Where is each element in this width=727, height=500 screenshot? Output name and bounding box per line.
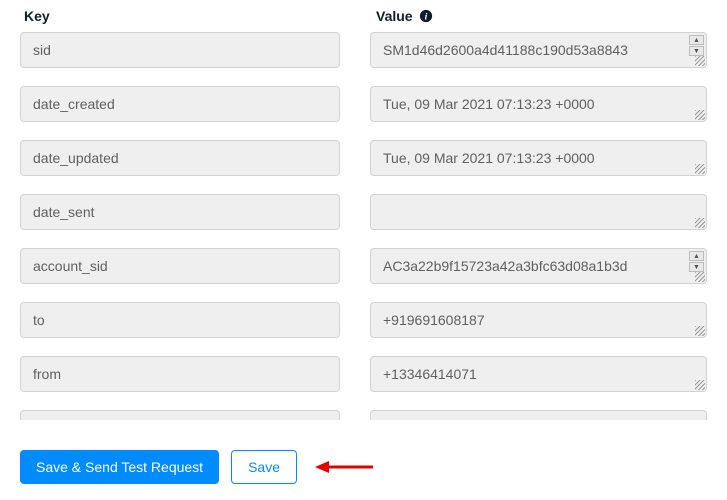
save-send-test-request-button[interactable]: Save & Send Test Request [20,450,219,484]
chevron-up-icon[interactable]: ▲ [689,35,704,45]
resize-handle-icon[interactable] [695,164,705,174]
value-text: Tue, 09 Mar 2021 07:13:23 +0000 [383,150,595,166]
value-text: AC3a22b9f15723a42a3bfc63d08a1b3d [383,258,627,274]
gap [340,410,370,420]
resize-handle-icon[interactable] [695,218,705,228]
table-row: sid SM1d46d2600a4d41188c190d53a8843 ▲▼ [20,32,707,68]
key-field[interactable]: sid [20,32,340,68]
footer-bar: Save & Send Test Request Save [0,434,727,500]
resize-handle-icon[interactable] [695,272,705,282]
table-row: date_updated Tue, 09 Mar 2021 07:13:23 +0… [20,140,707,176]
info-icon[interactable]: i [419,9,433,23]
value-field[interactable]: +919691608187 [370,302,707,338]
table-row: date_created Tue, 09 Mar 2021 07:13:23 +0… [20,86,707,122]
value-field[interactable]: SM1d46d2600a4d41188c190d53a8843 ▲▼ [370,32,707,68]
key-field[interactable]: to [20,302,340,338]
chevron-down-icon[interactable]: ▼ [689,46,704,56]
arrow-annotation-icon [315,457,375,477]
value-text: +919691608187 [383,312,485,328]
value-field[interactable]: +13346414071 [370,356,707,392]
gap [340,248,370,284]
gap [340,194,370,230]
value-field[interactable] [370,194,707,230]
scroll-area[interactable]: Key Value i sid SM1d46d2600a4d41188c190d5… [0,0,727,420]
column-header-value-label: Value [376,8,413,24]
table-row: date_sent [20,194,707,230]
column-header-value: Value i [360,8,707,24]
table-row: from +13346414071 [20,356,707,392]
table-row: account_sid AC3a22b9f15723a42a3bfc63d08a1… [20,248,707,284]
resize-handle-icon[interactable] [695,326,705,336]
resize-handle-icon[interactable] [695,56,705,66]
table-row: messaging_service_sid [20,410,707,420]
key-field[interactable]: date_created [20,86,340,122]
value-text: SM1d46d2600a4d41188c190d53a8843 [383,42,628,58]
key-field[interactable]: messaging_service_sid [20,410,340,420]
gap [340,140,370,176]
spinner: ▲▼ [689,251,704,272]
value-text: +13346414071 [383,366,477,382]
gap [340,86,370,122]
key-field[interactable]: from [20,356,340,392]
save-button[interactable]: Save [231,450,297,484]
column-header-key: Key [20,8,360,24]
gap [340,356,370,392]
spinner: ▲▼ [689,35,704,56]
key-field[interactable]: account_sid [20,248,340,284]
svg-text:i: i [424,12,427,23]
resize-handle-icon[interactable] [695,380,705,390]
header-row: Key Value i [20,0,707,32]
gap [340,32,370,68]
chevron-up-icon[interactable]: ▲ [689,251,704,261]
chevron-down-icon[interactable]: ▼ [689,262,704,272]
value-text: Tue, 09 Mar 2021 07:13:23 +0000 [383,96,595,112]
gap [340,302,370,338]
table-row: to +919691608187 [20,302,707,338]
value-field[interactable] [370,410,707,420]
key-field[interactable]: date_updated [20,140,340,176]
resize-handle-icon[interactable] [695,110,705,120]
key-field[interactable]: date_sent [20,194,340,230]
value-field[interactable]: Tue, 09 Mar 2021 07:13:23 +0000 [370,140,707,176]
value-field[interactable]: AC3a22b9f15723a42a3bfc63d08a1b3d ▲▼ [370,248,707,284]
value-field[interactable]: Tue, 09 Mar 2021 07:13:23 +0000 [370,86,707,122]
